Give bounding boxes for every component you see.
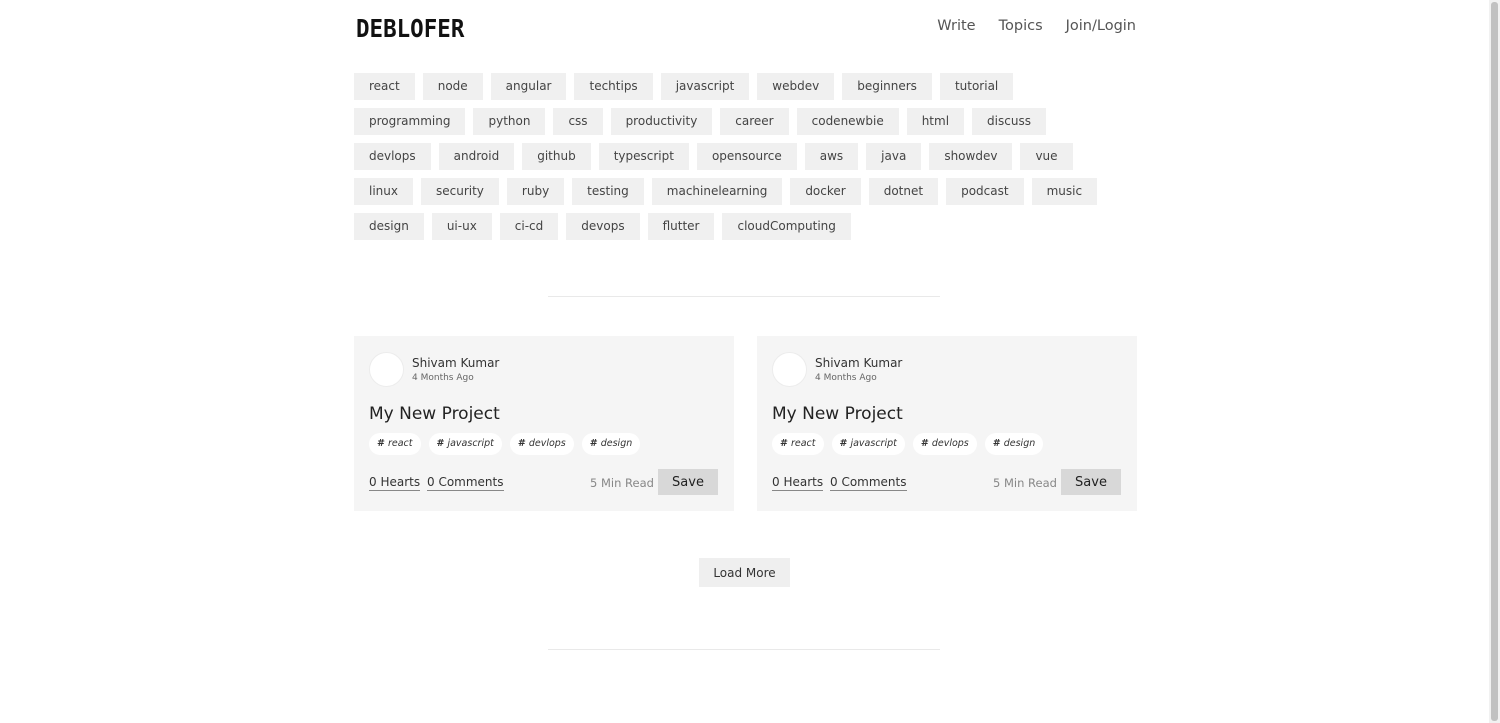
topic-tag[interactable]: security [420,178,499,205]
save-button[interactable]: Save [658,469,718,495]
site-logo[interactable]: DEBLOFER [356,14,464,43]
post-card: Shivam Kumar 4 Months Ago My New Project… [354,336,734,511]
topic-tag[interactable]: showdev [929,143,1013,170]
post-tag[interactable]: # javascript [428,433,502,455]
topic-tag[interactable]: opensource [696,143,797,170]
topic-tag[interactable]: typescript [598,143,689,170]
main-nav: Write Topics Join/Login [937,18,1136,34]
post-tag[interactable]: # devlops [912,433,977,455]
topic-tag[interactable]: beginners [842,73,932,100]
topic-tag[interactable]: ui-ux [431,213,492,240]
topic-tag[interactable]: productivity [610,108,713,135]
post-card: Shivam Kumar 4 Months Ago My New Project… [757,336,1137,511]
topic-tag[interactable]: programming [354,108,466,135]
topic-tag[interactable]: flutter [647,213,715,240]
post-title[interactable]: My New Project [772,404,903,424]
topic-tag[interactable]: html [906,108,965,135]
topic-tag[interactable]: css [553,108,603,135]
topic-tag[interactable]: node [422,73,483,100]
topic-tag[interactable]: webdev [757,73,835,100]
scrollbar-thumb[interactable] [1491,2,1498,721]
post-title[interactable]: My New Project [369,404,500,424]
post-time: 4 Months Ago [815,373,877,383]
page-scrollbar[interactable] [1489,0,1500,723]
post-tag[interactable]: # javascript [831,433,905,455]
post-tag[interactable]: # design [581,433,641,455]
author-name[interactable]: Shivam Kumar [815,356,902,370]
read-time: 5 Min Read [993,476,1057,490]
topic-tag[interactable]: ci-cd [499,213,559,240]
topic-tag[interactable]: android [438,143,515,170]
load-more-button[interactable]: Load More [699,558,790,587]
topic-tag[interactable]: java [866,143,922,170]
section-divider [548,296,940,297]
topic-tag[interactable]: dotnet [868,178,939,205]
author-name[interactable]: Shivam Kumar [412,356,499,370]
post-tags: # react # javascript # devlops # design [772,433,1044,455]
author-avatar[interactable] [772,352,807,387]
topic-tag[interactable]: techtips [574,73,653,100]
topic-tag[interactable]: react [354,73,415,100]
post-tag[interactable]: # devlops [509,433,574,455]
topic-tag[interactable]: devops [566,213,640,240]
topic-tag[interactable]: cloudComputing [722,213,851,240]
topic-tag[interactable]: docker [790,178,861,205]
read-time: 5 Min Read [590,476,654,490]
save-button[interactable]: Save [1061,469,1121,495]
topic-tag[interactable]: design [354,213,424,240]
topic-tag[interactable]: ruby [506,178,565,205]
topic-tag[interactable]: devlops [354,143,431,170]
topic-tag[interactable]: aws [804,143,859,170]
nav-topics[interactable]: Topics [999,18,1043,34]
topic-tag[interactable]: podcast [946,178,1024,205]
topic-tag[interactable]: music [1031,178,1098,205]
topic-tag[interactable]: github [522,143,591,170]
topic-tag[interactable]: tutorial [939,73,1014,100]
comments-link[interactable]: 0 Comments [830,475,907,491]
author-avatar[interactable] [369,352,404,387]
topic-tag[interactable]: testing [572,178,644,205]
topic-tag[interactable]: codenewbie [796,108,899,135]
site-header: DEBLOFER Write Topics Join/Login [354,14,1136,44]
post-tag[interactable]: # react [772,433,824,455]
hearts-link[interactable]: 0 Hearts [772,475,824,491]
topic-tag[interactable]: machinelearning [651,178,783,205]
topic-tag[interactable]: career [720,108,789,135]
post-tags: # react # javascript # devlops # design [369,433,641,455]
post-time: 4 Months Ago [412,373,474,383]
footer-divider [548,649,940,650]
topic-tag[interactable]: vue [1020,143,1073,170]
nav-join-login[interactable]: Join/Login [1066,18,1136,34]
topic-tag-list: react node angular techtips javascript webdev… [354,73,1136,248]
topic-tag[interactable]: python [473,108,546,135]
comments-link[interactable]: 0 Comments [427,475,504,491]
topic-tag[interactable]: javascript [660,73,750,100]
post-tag[interactable]: # design [984,433,1044,455]
post-tag[interactable]: # react [369,433,421,455]
hearts-link[interactable]: 0 Hearts [369,475,421,491]
nav-write[interactable]: Write [937,18,975,34]
topic-tag[interactable]: discuss [972,108,1046,135]
topic-tag[interactable]: angular [490,73,567,100]
topic-tag[interactable]: linux [354,178,413,205]
